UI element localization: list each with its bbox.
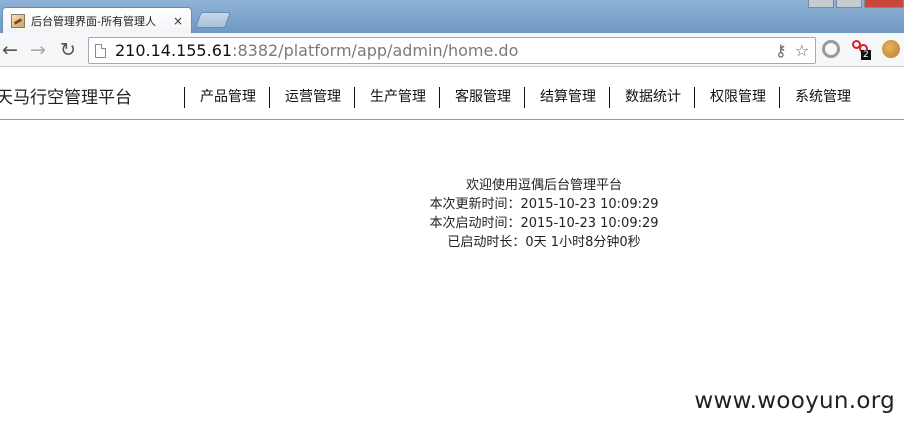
uptime: 已启动时长：0天 1小时8分钟0秒 bbox=[447, 235, 641, 250]
maximize-button[interactable] bbox=[836, 0, 862, 8]
forward-arrow-icon[interactable]: → bbox=[30, 39, 46, 61]
url-host: 210.14.155.61 bbox=[115, 41, 233, 60]
browser-tabstrip: 后台管理界面-所有管理人 × bbox=[0, 0, 904, 33]
tab-title: 后台管理界面-所有管理人 bbox=[31, 14, 156, 28]
extension-ring-icon[interactable] bbox=[822, 40, 840, 58]
last-update-time: 本次更新时间：2015-10-23 10:09:29 bbox=[429, 197, 659, 212]
star-icon[interactable]: ☆ bbox=[795, 41, 809, 60]
extension-icons: 2 bbox=[822, 40, 900, 60]
url-path: :8382/platform/app/admin/home.do bbox=[232, 41, 519, 60]
menu-item-customer-service[interactable]: 客服管理 bbox=[439, 87, 524, 108]
key-icon[interactable]: ⚷ bbox=[775, 41, 787, 60]
close-window-button[interactable] bbox=[864, 0, 904, 8]
tab-close-icon[interactable]: × bbox=[173, 14, 183, 28]
site-title: 天马行空管理平台 bbox=[0, 88, 132, 108]
site-header: 天马行空管理平台 产品管理 运营管理 生产管理 客服管理 结算管理 数据统计 权… bbox=[0, 67, 904, 120]
welcome-panel: 欢迎使用逗偶后台管理平台 本次更新时间：2015-10-23 10:09:29 … bbox=[334, 176, 754, 252]
menu-item-product[interactable]: 产品管理 bbox=[184, 87, 269, 108]
cookie-extension-icon[interactable] bbox=[882, 40, 900, 58]
window-controls bbox=[806, 0, 904, 8]
menu-item-system[interactable]: 系统管理 bbox=[779, 87, 864, 108]
menu-item-permissions[interactable]: 权限管理 bbox=[694, 87, 779, 108]
menu-item-settlement[interactable]: 结算管理 bbox=[524, 87, 609, 108]
menu-item-statistics[interactable]: 数据统计 bbox=[609, 87, 694, 108]
last-start-time: 本次启动时间：2015-10-23 10:09:29 bbox=[429, 216, 659, 231]
welcome-message: 欢迎使用逗偶后台管理平台 bbox=[465, 178, 622, 193]
menu-item-production[interactable]: 生产管理 bbox=[354, 87, 439, 108]
browser-tab[interactable]: 后台管理界面-所有管理人 × bbox=[2, 7, 192, 33]
address-bar[interactable]: 210.14.155.61:8382/platform/app/admin/ho… bbox=[88, 37, 816, 64]
watermark: www.wooyun.org bbox=[694, 388, 895, 414]
back-arrow-icon[interactable]: ← bbox=[2, 39, 18, 61]
menu-item-operations[interactable]: 运营管理 bbox=[269, 87, 354, 108]
browser-toolbar: ← → ↻ 210.14.155.61:8382/platform/app/ad… bbox=[0, 33, 904, 67]
new-tab-button[interactable] bbox=[195, 12, 231, 28]
main-menu: 产品管理 运营管理 生产管理 客服管理 结算管理 数据统计 权限管理 系统管理 bbox=[184, 87, 864, 108]
reload-icon[interactable]: ↻ bbox=[60, 39, 76, 61]
extension-badge: 2 bbox=[861, 50, 871, 60]
site-favicon-icon bbox=[11, 13, 25, 28]
page-icon bbox=[95, 43, 106, 58]
extension-red-icon[interactable]: 2 bbox=[852, 40, 871, 60]
minimize-button[interactable] bbox=[808, 0, 834, 8]
